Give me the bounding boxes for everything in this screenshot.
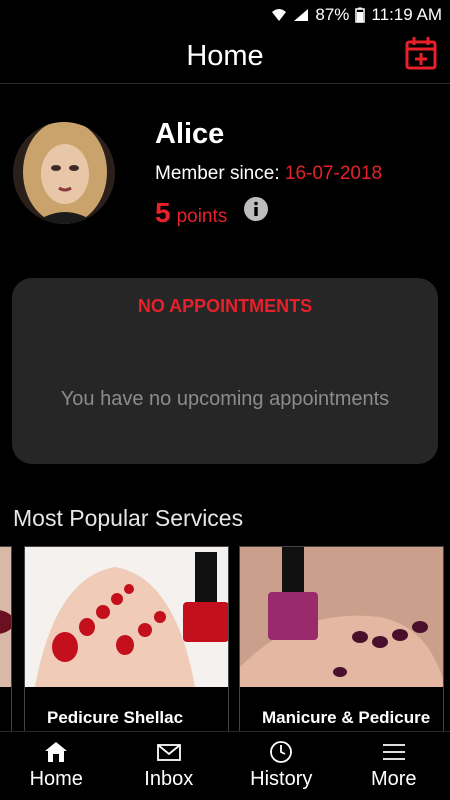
app-bar: Home	[0, 30, 450, 84]
nav-inbox-label: Inbox	[144, 768, 194, 790]
nav-home[interactable]: Home	[0, 732, 113, 800]
service-label: Manicure & Pedicure Shellac	[262, 708, 431, 731]
service-card[interactable]: Manicure & Pedicure Shellac	[239, 546, 444, 732]
page-title: Home	[186, 40, 264, 72]
battery-icon	[355, 7, 366, 23]
user-name: Alice	[155, 118, 225, 150]
menu-icon	[382, 744, 405, 760]
home-icon	[45, 742, 68, 762]
service-image	[0, 547, 11, 687]
appointments-heading: NO APPOINTMENTS	[137, 296, 313, 316]
nav-home-label: Home	[29, 768, 83, 790]
nav-history-label: History	[250, 768, 313, 790]
member-since-date: 16-07-2018	[284, 163, 383, 184]
add-appointment-button[interactable]	[405, 36, 437, 70]
clock-icon	[270, 741, 293, 763]
appointments-card[interactable]: NO APPOINTMENTS You have no upcoming app…	[12, 278, 438, 464]
points-value: 5	[155, 197, 171, 228]
member-since: Member since: 16-07-2018	[155, 163, 382, 185]
signal-icon	[293, 8, 309, 22]
wifi-icon	[271, 8, 287, 22]
calendar-plus-icon	[405, 37, 437, 70]
service-image	[240, 547, 443, 687]
info-icon[interactable]	[243, 196, 269, 222]
service-card[interactable]	[0, 546, 12, 732]
nav-more[interactable]: More	[338, 732, 450, 800]
profile-section: Alice Member since: 16-07-2018 5 points	[0, 84, 450, 264]
nav-more-label: More	[370, 768, 417, 790]
battery-percent: 87%	[315, 5, 350, 24]
status-time: 11:19 AM	[371, 5, 442, 24]
points-label: points	[176, 206, 228, 227]
service-image	[25, 547, 228, 687]
popular-services-carousel[interactable]: Pedicure Shellac Manicure & Pedicure She…	[0, 546, 450, 732]
bottom-nav: Home Inbox History More	[0, 731, 450, 800]
points-display: 5 points	[155, 197, 227, 229]
member-since-label: Member since:	[155, 163, 280, 184]
avatar[interactable]	[13, 122, 115, 224]
service-card[interactable]: Pedicure Shellac	[24, 546, 229, 732]
nav-inbox[interactable]: Inbox	[113, 732, 226, 800]
popular-services-title: Most Popular Services	[13, 505, 244, 531]
status-bar: 87% 11:19 AM	[0, 0, 450, 30]
mail-icon	[156, 744, 181, 761]
service-label: Pedicure Shellac	[47, 708, 184, 727]
nav-history[interactable]: History	[225, 732, 338, 800]
appointments-empty-message: You have no upcoming appointments	[60, 388, 390, 410]
